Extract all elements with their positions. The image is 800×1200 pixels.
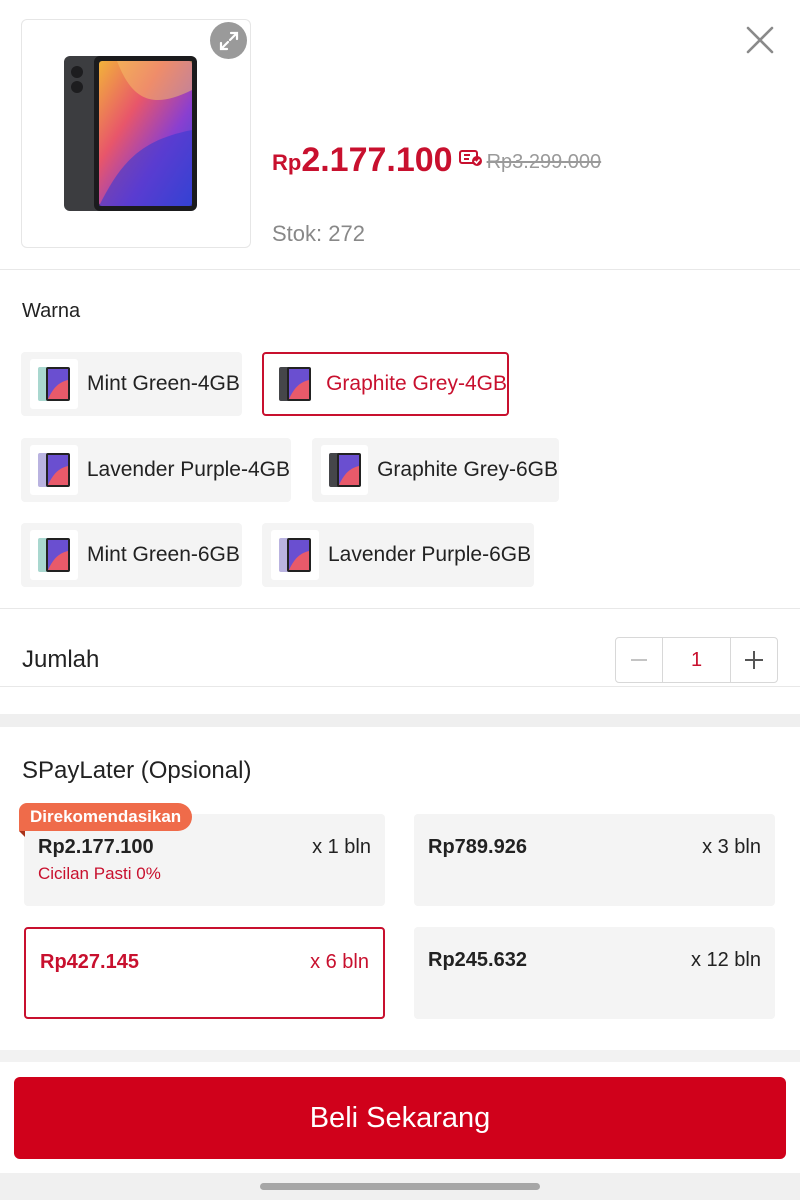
installment-amount: Rp2.177.100 (38, 836, 154, 858)
variation-thumbnail (321, 445, 369, 495)
increase-button[interactable] (731, 638, 777, 682)
installment-amount: Rp245.632 (428, 949, 527, 971)
section-divider (0, 686, 800, 687)
installment-duration: x 6 bln (310, 951, 369, 973)
badge-fold (19, 831, 25, 837)
minus-icon (631, 659, 647, 661)
section-divider (0, 608, 800, 609)
installment-duration: x 1 bln (312, 836, 371, 858)
variation-option-mint-green-4gb[interactable]: Mint Green-4GB (21, 352, 242, 416)
variation-thumbnail (272, 359, 318, 409)
paylater-option-3-months[interactable]: Rp789.926 x 3 bln (414, 814, 775, 906)
variation-label: Lavender Purple-6GB (328, 543, 532, 566)
variation-thumbnail (30, 359, 78, 409)
quantity-input[interactable]: 1 (662, 638, 731, 682)
decrease-button[interactable] (616, 638, 662, 682)
expand-button[interactable] (210, 22, 247, 59)
variation-option-graphite-grey-6gb[interactable]: Graphite Grey-6GB (312, 438, 559, 502)
installment-amount: Rp427.145 (40, 951, 139, 973)
product-header: Rp 2.177.100 Rp3.299.000 Stok: 272 (0, 0, 800, 270)
variation-thumbnail (30, 530, 78, 580)
close-icon (746, 26, 774, 54)
buy-now-button[interactable]: Beli Sekarang (14, 1077, 786, 1159)
quantity-label: Jumlah (22, 646, 100, 673)
plus-icon (745, 651, 763, 669)
variation-option-graphite-grey-4gb[interactable]: Graphite Grey-4GB (262, 352, 509, 416)
quantity-stepper: 1 (615, 637, 778, 683)
variation-title: Warna (22, 300, 81, 322)
paylater-option-6-months[interactable]: Rp427.145 x 6 bln (24, 927, 385, 1019)
installment-amount: Rp789.926 (428, 836, 527, 858)
price-currency: Rp (272, 150, 302, 175)
installment-duration: x 3 bln (702, 836, 761, 858)
original-price: Rp3.299.000 (486, 151, 602, 173)
close-button[interactable] (740, 20, 780, 60)
variation-label: Mint Green-6GB (87, 543, 240, 566)
product-price: 2.177.100 (301, 141, 453, 179)
paylater-option-12-months[interactable]: Rp245.632 x 12 bln (414, 927, 775, 1019)
variation-option-lavender-purple-6gb[interactable]: Lavender Purple-6GB (262, 523, 534, 587)
installment-duration: x 12 bln (690, 949, 761, 971)
footer-separator (0, 1050, 800, 1062)
variation-label: Graphite Grey-6GB (377, 458, 558, 481)
variation-label: Lavender Purple-4GB (86, 458, 290, 481)
price-row: Rp 2.177.100 Rp3.299.000 (272, 140, 601, 180)
variation-thumbnail (271, 530, 319, 580)
paylater-title: SPayLater (Opsional) (22, 757, 252, 784)
variation-option-mint-green-6gb[interactable]: Mint Green-6GB (21, 523, 242, 587)
voucher-icon (458, 149, 483, 172)
variation-thumbnail (30, 445, 78, 495)
variation-label: Mint Green-4GB (87, 372, 240, 395)
recommended-badge: Direkomendasikan (19, 803, 193, 831)
stock-count: Stok: 272 (272, 221, 365, 246)
expand-icon (219, 31, 238, 50)
section-separator (0, 714, 800, 727)
home-indicator[interactable] (260, 1183, 540, 1190)
variation-label: Graphite Grey-4GB (326, 372, 507, 395)
installment-note: Cicilan Pasti 0% (38, 864, 161, 883)
variation-option-lavender-purple-4gb[interactable]: Lavender Purple-4GB (21, 438, 291, 502)
